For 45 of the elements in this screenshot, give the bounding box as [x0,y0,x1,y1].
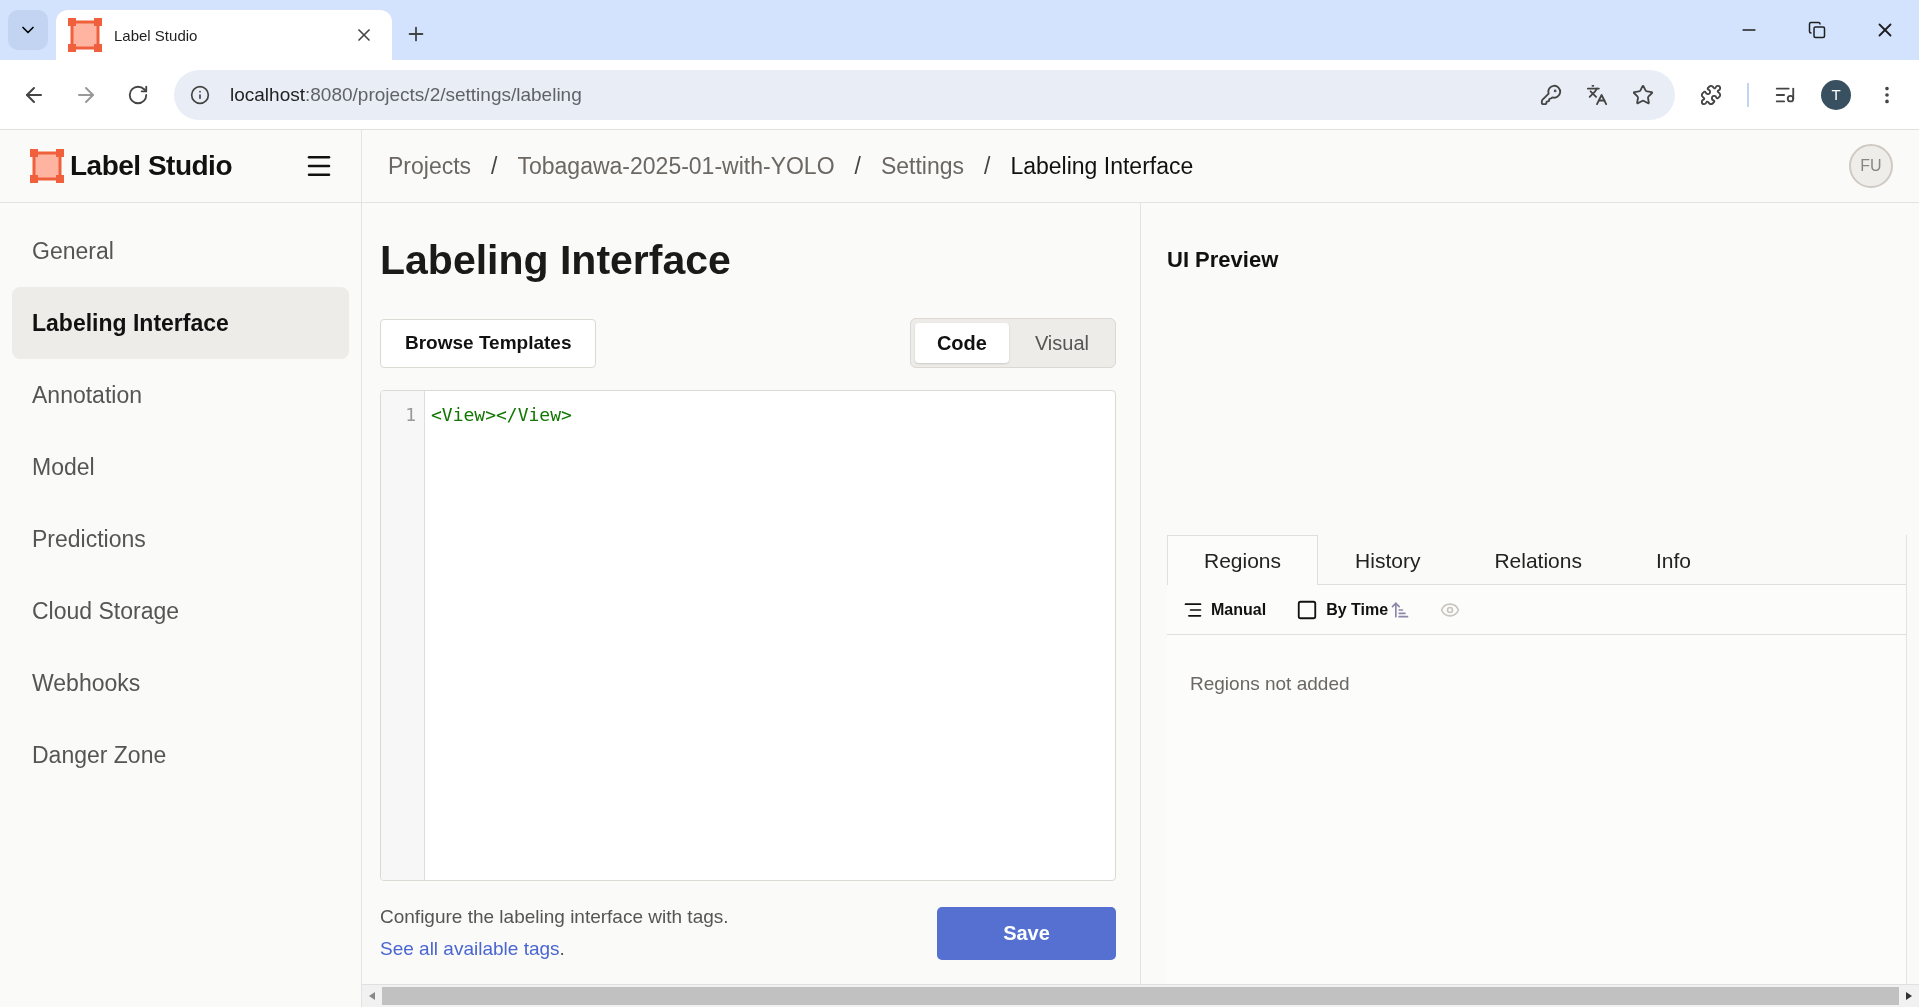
panel-tab[interactable]: Info [1618,535,1728,585]
scroll-right-icon[interactable] [1906,992,1912,1000]
sidebar-item[interactable]: General [12,215,349,287]
logo-text: Label Studio [70,150,233,182]
breadcrumb-separator: / [854,152,861,180]
line-number: 1 [404,403,417,428]
panel-tab[interactable]: Regions [1167,535,1319,585]
square-icon [1296,598,1319,621]
code-line: <View></View> [431,403,573,428]
breadcrumb-link[interactable]: Settings [880,152,965,180]
sort-by-time-button[interactable]: By Time [1296,598,1389,621]
breadcrumb-separator: / [984,152,991,180]
help-text: Configure the labeling interface with tags. See all available tags. [380,905,729,962]
sidebar-item[interactable]: Annotation [12,359,349,431]
page-title: Labeling Interface [380,236,732,285]
browser-tab[interactable]: Label Studio [56,10,392,60]
sidebar-item[interactable]: Webhooks [12,647,349,719]
panel-tab[interactable]: Relations [1457,535,1619,585]
sidebar-item[interactable]: Model [12,431,349,503]
address-bar[interactable]: localhost:8080/projects/2/settings/labeling [174,69,1675,120]
restore-icon[interactable] [1808,21,1826,39]
horizontal-scrollbar[interactable] [362,984,1919,1007]
scroll-left-icon[interactable] [369,992,375,1000]
mode-option[interactable]: Code [914,323,1009,364]
url-text: localhost:8080/projects/2/settings/labeling [230,83,583,106]
breadcrumb-separator: / [491,152,498,180]
breadcrumb-link[interactable]: Tobagawa-2025-01-with-YOLO [517,152,835,180]
tags-link[interactable]: See all available tags [380,938,560,960]
breadcrumb-link[interactable]: Projects [388,152,472,180]
logo-icon [30,149,64,183]
logo-icon [68,18,102,52]
sidebar-item[interactable]: Danger Zone [12,719,349,791]
code-editor[interactable]: 1 <View></View> [380,390,1116,882]
profile-avatar[interactable]: T [1821,79,1851,110]
browse-templates-button[interactable]: Browse Templates [380,318,597,368]
sidebar-item[interactable]: Predictions [12,503,349,575]
sidebar-item[interactable]: Cloud Storage [12,575,349,647]
panel-tab[interactable]: History [1318,535,1458,585]
tab-title: Label Studio [114,26,199,44]
manual-order-button[interactable]: Manual [1183,599,1267,620]
mode-option[interactable]: Visual [1012,323,1111,364]
save-button[interactable]: Save [937,906,1116,960]
sidebar-item[interactable]: Labeling Interface [12,287,349,359]
empty-message: Regions not added [1190,673,1350,694]
preview-title: UI Preview [1167,247,1280,274]
